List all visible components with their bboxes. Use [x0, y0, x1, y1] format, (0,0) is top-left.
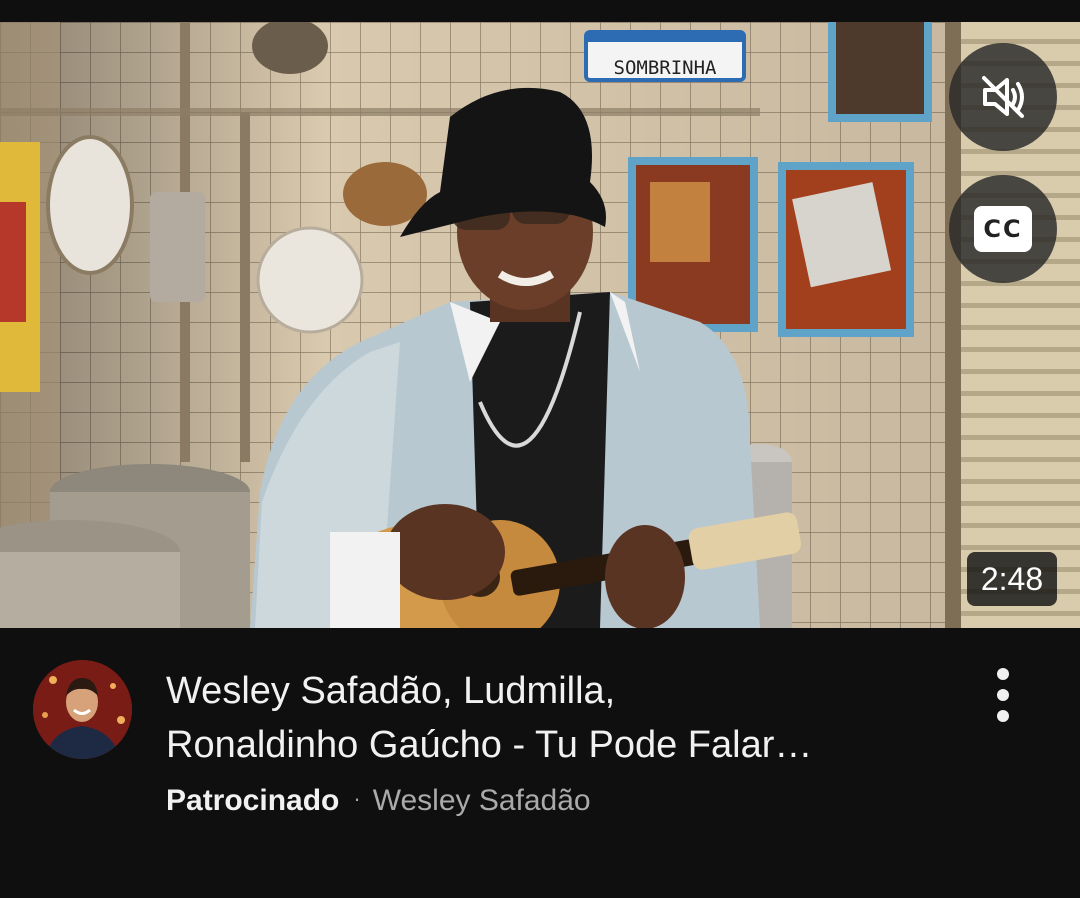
ad-title-line-1: Wesley Safadão, Ludmilla, [166, 670, 616, 712]
ad-info-panel: Wesley Safadão, Ludmilla, Ronaldinho Gaú… [0, 628, 1080, 898]
video-player[interactable]: SOMBRINHA CC 2:48 [0, 22, 1080, 628]
ad-title-line-2: Ronaldinho Gaúcho - Tu Pode Falar… [166, 724, 813, 766]
avatar-image [33, 660, 132, 759]
closed-captions-icon: CC [974, 206, 1032, 252]
channel-avatar[interactable] [33, 660, 132, 759]
more-options-button[interactable] [980, 668, 1026, 722]
top-status-strip [0, 0, 1080, 22]
ad-title[interactable]: Wesley Safadão, Ludmilla, Ronaldinho Gaú… [166, 664, 956, 772]
channel-name[interactable]: Wesley Safadão [373, 784, 591, 817]
video-duration-badge: 2:48 [967, 552, 1057, 606]
meta-separator: · [353, 786, 361, 811]
speaker-muted-icon [982, 76, 1024, 118]
mute-button[interactable] [949, 43, 1057, 151]
sponsored-label: Patrocinado [166, 784, 340, 817]
more-vert-icon [997, 668, 1009, 722]
captions-button[interactable]: CC [949, 175, 1057, 283]
video-frame: SOMBRINHA [0, 22, 1080, 628]
ad-meta: Patrocinado · Wesley Safadão [166, 784, 591, 818]
street-sign-text: SOMBRINHA [614, 57, 718, 79]
